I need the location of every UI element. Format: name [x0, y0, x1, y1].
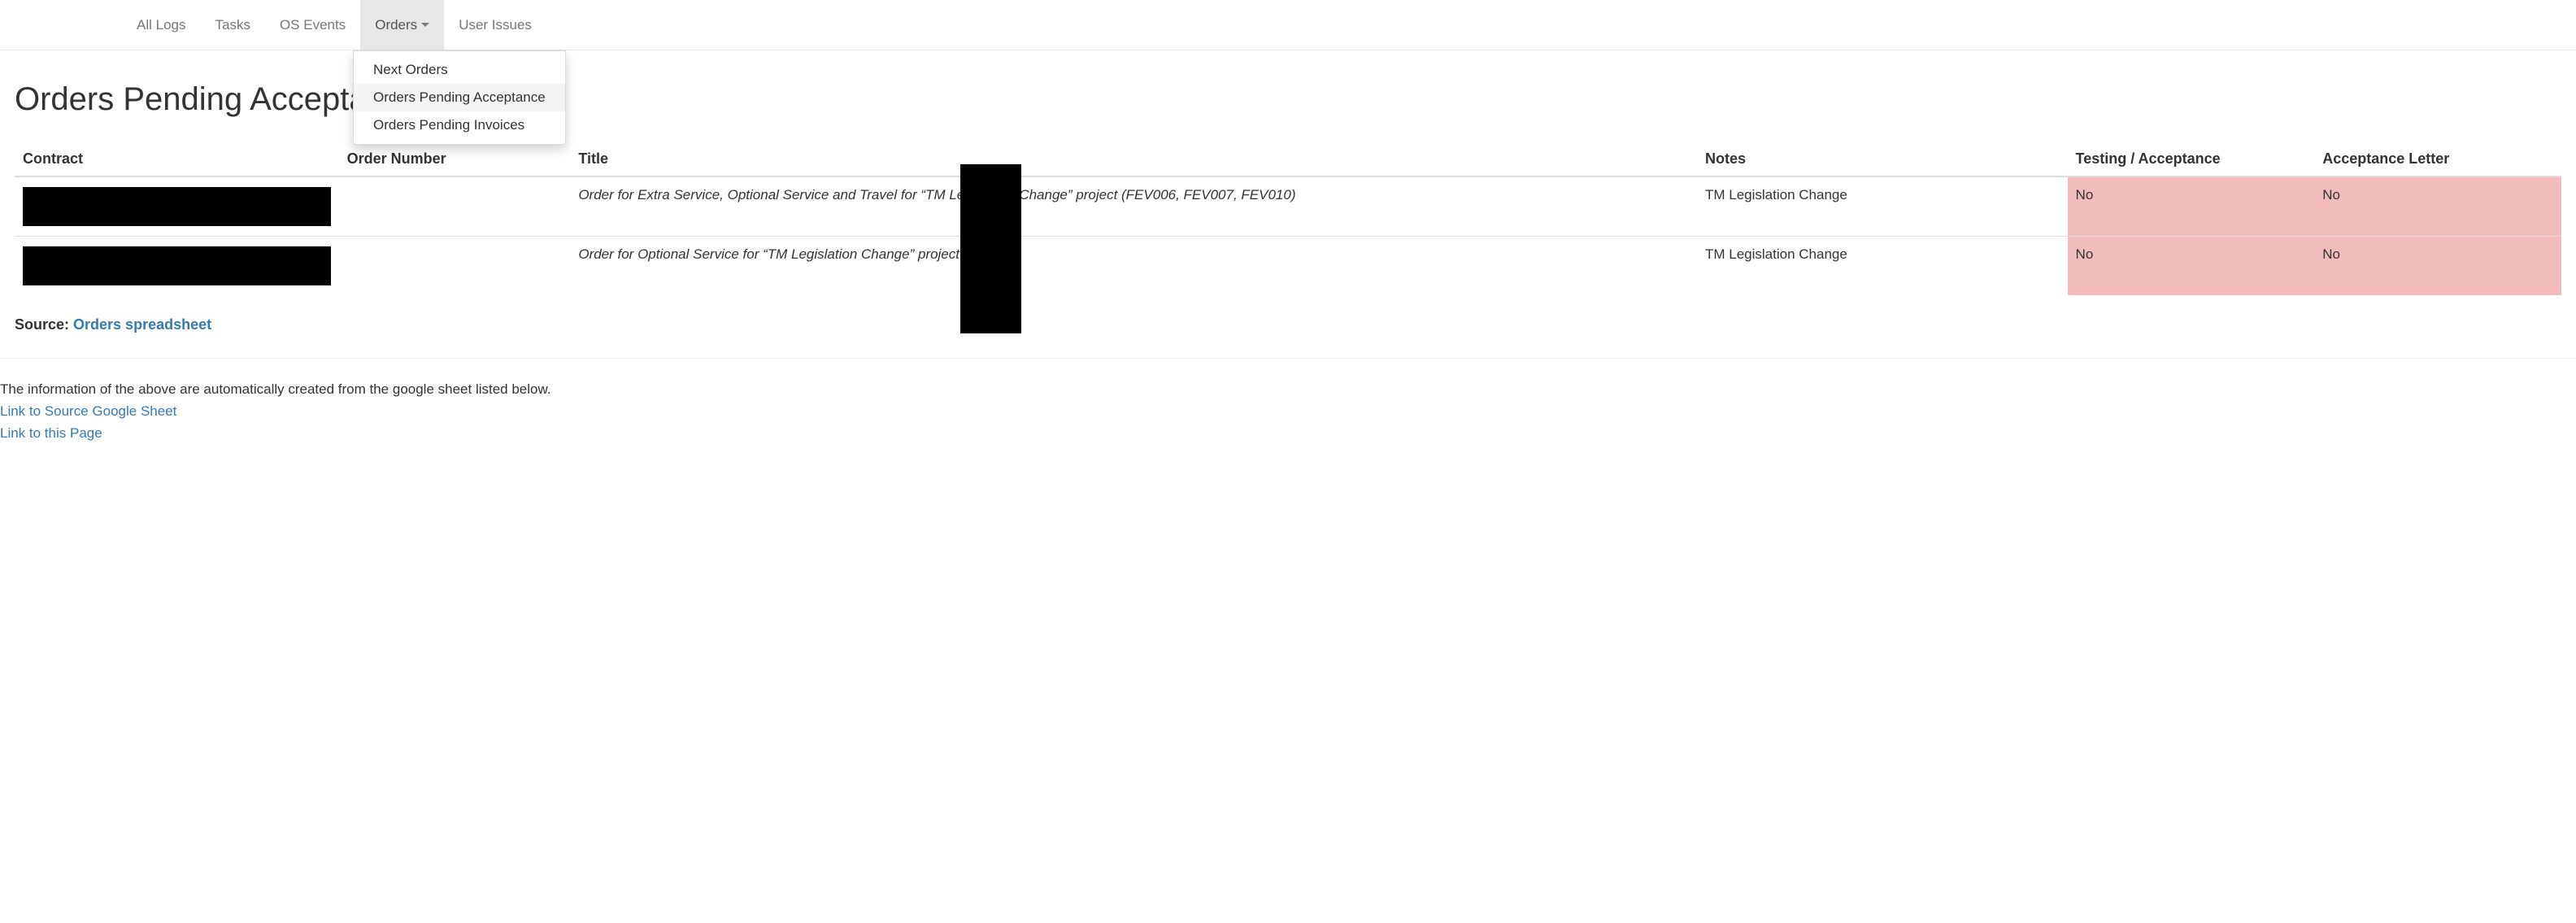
td-order-number: [339, 176, 571, 237]
td-order-number: [339, 237, 571, 296]
td-redacted: [1944, 176, 2068, 237]
footer-info: The information of the above are automat…: [0, 378, 2576, 445]
th-order-number: Order Number: [339, 142, 571, 176]
td-redacted: [1944, 237, 2068, 296]
dropdown-orders-pending-invoices[interactable]: Orders Pending Invoices: [354, 111, 565, 139]
th-notes: Notes: [1697, 142, 1944, 176]
nav-all-logs[interactable]: All Logs: [122, 0, 200, 50]
orders-dropdown-menu: Next Orders Orders Pending Acceptance Or…: [353, 50, 566, 145]
nav-os-events[interactable]: OS Events: [265, 0, 360, 50]
td-testing: No: [2068, 176, 2315, 237]
td-testing: No: [2068, 237, 2315, 296]
td-notes: TM Legislation Change: [1697, 237, 1944, 296]
table-row: Order for Extra Service, Optional Servic…: [15, 176, 2561, 237]
td-notes: TM Legislation Change: [1697, 176, 1944, 237]
td-letter: No: [2314, 237, 2561, 296]
divider: [0, 358, 2576, 359]
nav-orders[interactable]: Orders: [360, 0, 444, 50]
dropdown-next-orders[interactable]: Next Orders: [354, 56, 565, 84]
redacted-column-block: [960, 164, 1021, 333]
dropdown-orders-pending-acceptance[interactable]: Orders Pending Acceptance: [354, 84, 565, 111]
td-letter: No: [2314, 176, 2561, 237]
nav-user-issues[interactable]: User Issues: [444, 0, 546, 50]
caret-down-icon: [421, 23, 429, 27]
td-contract: [15, 237, 339, 296]
nav-orders-label: Orders: [375, 17, 417, 33]
orders-table: Contract Order Number Title Notes Testin…: [15, 142, 2561, 295]
nav-tasks[interactable]: Tasks: [200, 0, 264, 50]
source-prefix: Source:: [15, 316, 73, 333]
footer-info-text: The information of the above are automat…: [0, 381, 551, 397]
th-contract: Contract: [15, 142, 339, 176]
link-this-page[interactable]: Link to this Page: [0, 422, 2576, 444]
table-header-row: Contract Order Number Title Notes Testin…: [15, 142, 2561, 176]
redacted-block: [23, 246, 331, 285]
redacted-block: [23, 187, 331, 226]
th-letter: Acceptance Letter: [2314, 142, 2561, 176]
source-line: Source: Orders spreadsheet: [15, 316, 2561, 333]
td-title: Order for Extra Service, Optional Servic…: [570, 176, 1697, 237]
link-source-sheet[interactable]: Link to Source Google Sheet: [0, 400, 2576, 422]
td-contract: [15, 176, 339, 237]
navbar: All Logs Tasks OS Events Orders User Iss…: [0, 0, 2576, 50]
source-link[interactable]: Orders spreadsheet: [73, 316, 211, 333]
th-testing: Testing / Acceptance: [2068, 142, 2315, 176]
th-redacted: [1944, 142, 2068, 176]
th-title: Title: [570, 142, 1697, 176]
td-title: Order for Optional Service for “TM Legis…: [570, 237, 1697, 296]
table-row: Order for Optional Service for “TM Legis…: [15, 237, 2561, 296]
